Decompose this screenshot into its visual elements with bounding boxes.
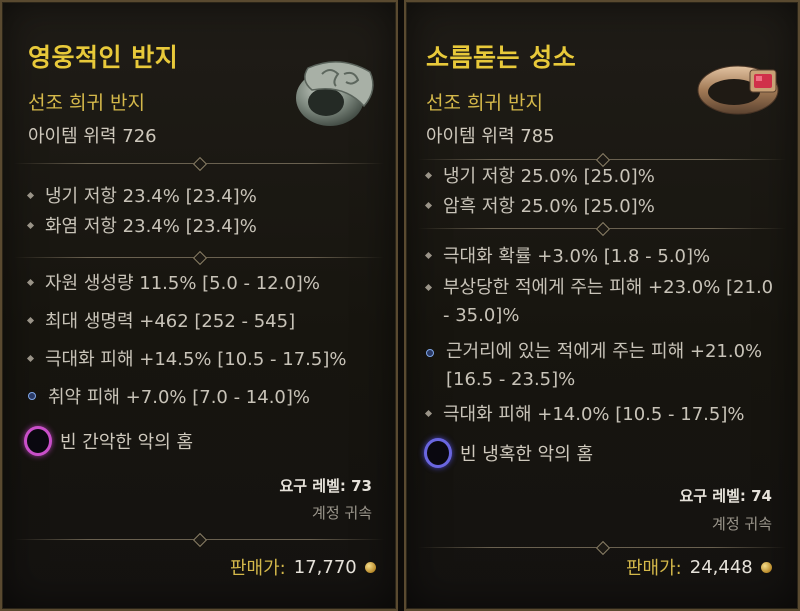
- section-divider: [418, 152, 786, 168]
- diamond-bullet-icon: [424, 251, 433, 259]
- sell-price-value: 24,448: [689, 556, 753, 578]
- diamond-bullet-icon: [26, 278, 35, 286]
- item-name: 영웅적인 반지: [28, 43, 179, 72]
- diamond-bullet-icon: [424, 409, 433, 417]
- affix-stat: 극대화 피해 +14.0% [10.5 - 17.5]%: [424, 400, 744, 426]
- item-power: 아이템 위력 785: [426, 126, 555, 147]
- sell-price: 판매가: 17,770: [230, 554, 376, 580]
- item-tooltip-left: 영웅적인 반지 선조 희귀 반지 아이템 위력 726 냉기 저항 23.4% …: [0, 0, 398, 611]
- item-power: 아이템 위력 726: [28, 126, 157, 147]
- item-rarity-type: 선조 희귀 반지: [426, 92, 543, 114]
- blue-circle-bullet-icon: [28, 392, 36, 400]
- sell-price-label: 판매가:: [230, 558, 286, 579]
- gold-coin-icon: [364, 561, 376, 573]
- stone-ring-icon: [296, 61, 374, 126]
- socket-icon: [424, 438, 452, 468]
- affix-stat: 부상당한 적에게 주는 피해 +23.0% [21.0 - 35.0]%: [424, 274, 778, 330]
- affix-stat: 극대화 확률 +3.0% [1.8 - 5.0]%: [424, 242, 710, 268]
- sell-price-label: 판매가:: [626, 558, 682, 579]
- item-rarity-type: 선조 희귀 반지: [28, 92, 145, 114]
- affix-stat: 취약 피해 +7.0% [7.0 - 14.0]%: [28, 383, 310, 409]
- gold-coin-icon: [760, 561, 772, 573]
- diamond-bullet-icon: [26, 316, 35, 324]
- diamond-bullet-icon: [424, 283, 433, 292]
- diamond-bullet-icon: [424, 171, 433, 179]
- item-tooltip-right: 소름돋는 성소 선조 희귀 반지 아이템 위력 785 냉기 저항 25.0% …: [404, 0, 800, 611]
- blue-circle-bullet-icon: [426, 349, 434, 357]
- diamond-bullet-icon: [424, 201, 433, 209]
- section-divider: [14, 532, 384, 548]
- socket-icon: [24, 426, 52, 456]
- empty-socket: 빈 간악한 악의 홈: [24, 426, 193, 456]
- required-level: 요구 레벨: 73: [279, 477, 372, 495]
- section-divider: [14, 250, 384, 266]
- implicit-stat: 화염 저항 23.4% [23.4]%: [26, 212, 257, 238]
- diamond-bullet-icon: [26, 354, 35, 362]
- affix-stat: 자원 생성량 11.5% [5.0 - 12.0]%: [26, 269, 320, 295]
- affix-stat: 근거리에 있는 적에게 주는 피해 +21.0% [16.5 - 23.5]%: [426, 338, 778, 394]
- diamond-bullet-icon: [26, 221, 35, 229]
- sell-price-value: 17,770: [293, 556, 357, 578]
- empty-socket: 빈 냉혹한 악의 홈: [424, 438, 593, 468]
- section-divider: [418, 540, 786, 556]
- item-name: 소름돋는 성소: [426, 43, 577, 72]
- account-bound: 계정 귀속: [312, 504, 372, 522]
- implicit-stat: 냉기 저항 25.0% [25.0]%: [424, 162, 655, 188]
- section-divider: [14, 156, 384, 172]
- diamond-bullet-icon: [26, 191, 35, 199]
- sell-price: 판매가: 24,448: [626, 554, 772, 580]
- section-divider: [418, 221, 786, 237]
- affix-stat: 최대 생명력 +462 [252 - 545]: [26, 307, 295, 333]
- implicit-stat: 암흑 저항 25.0% [25.0]%: [424, 192, 655, 218]
- account-bound: 계정 귀속: [712, 515, 772, 533]
- ruby-band-ring-icon: [697, 65, 779, 115]
- affix-stat: 극대화 피해 +14.5% [10.5 - 17.5]%: [26, 345, 346, 371]
- required-level: 요구 레벨: 74: [679, 487, 772, 505]
- implicit-stat: 냉기 저항 23.4% [23.4]%: [26, 182, 257, 208]
